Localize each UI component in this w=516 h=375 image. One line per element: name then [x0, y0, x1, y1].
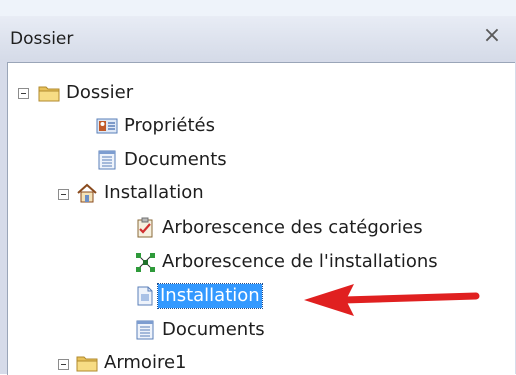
top-strip [0, 0, 516, 16]
checklist-clipboard-icon [137, 217, 153, 238]
folder-icon [38, 86, 60, 102]
panel-title: Dossier [10, 29, 74, 49]
tree-item-documents[interactable]: Documents [122, 148, 229, 172]
collapse-toggle-installation[interactable] [58, 189, 69, 200]
document-list-icon [98, 150, 116, 170]
panel-header: Dossier × [0, 16, 516, 60]
tree-item-installation-selected[interactable]: Installation [157, 283, 263, 309]
tree-item-dossier[interactable]: Dossier [64, 81, 135, 105]
document-list-icon [136, 320, 154, 340]
collapse-toggle-armoire[interactable] [58, 359, 69, 370]
collapse-toggle-root[interactable] [18, 88, 29, 99]
network-tree-icon [136, 253, 155, 272]
tree-item-proprietes[interactable]: Propriétés [122, 114, 217, 138]
red-arrow-annotation [304, 284, 480, 316]
tree-item-arbo-installations[interactable]: Arborescence de l'installations [160, 250, 440, 274]
page-icon [137, 286, 153, 306]
tree-item-installation[interactable]: Installation [102, 181, 206, 205]
house-icon [77, 183, 97, 203]
tree-item-armoire[interactable]: Armoire1 [102, 351, 188, 375]
folder-icon [76, 356, 98, 372]
tree-item-documents-2[interactable]: Documents [160, 318, 267, 342]
tree-item-arbo-categories[interactable]: Arborescence des catégories [160, 216, 425, 240]
properties-card-icon [96, 118, 118, 134]
tree-view[interactable]: Dossier Propriétés Documents Installatio… [7, 62, 515, 375]
close-icon[interactable]: × [480, 24, 504, 48]
